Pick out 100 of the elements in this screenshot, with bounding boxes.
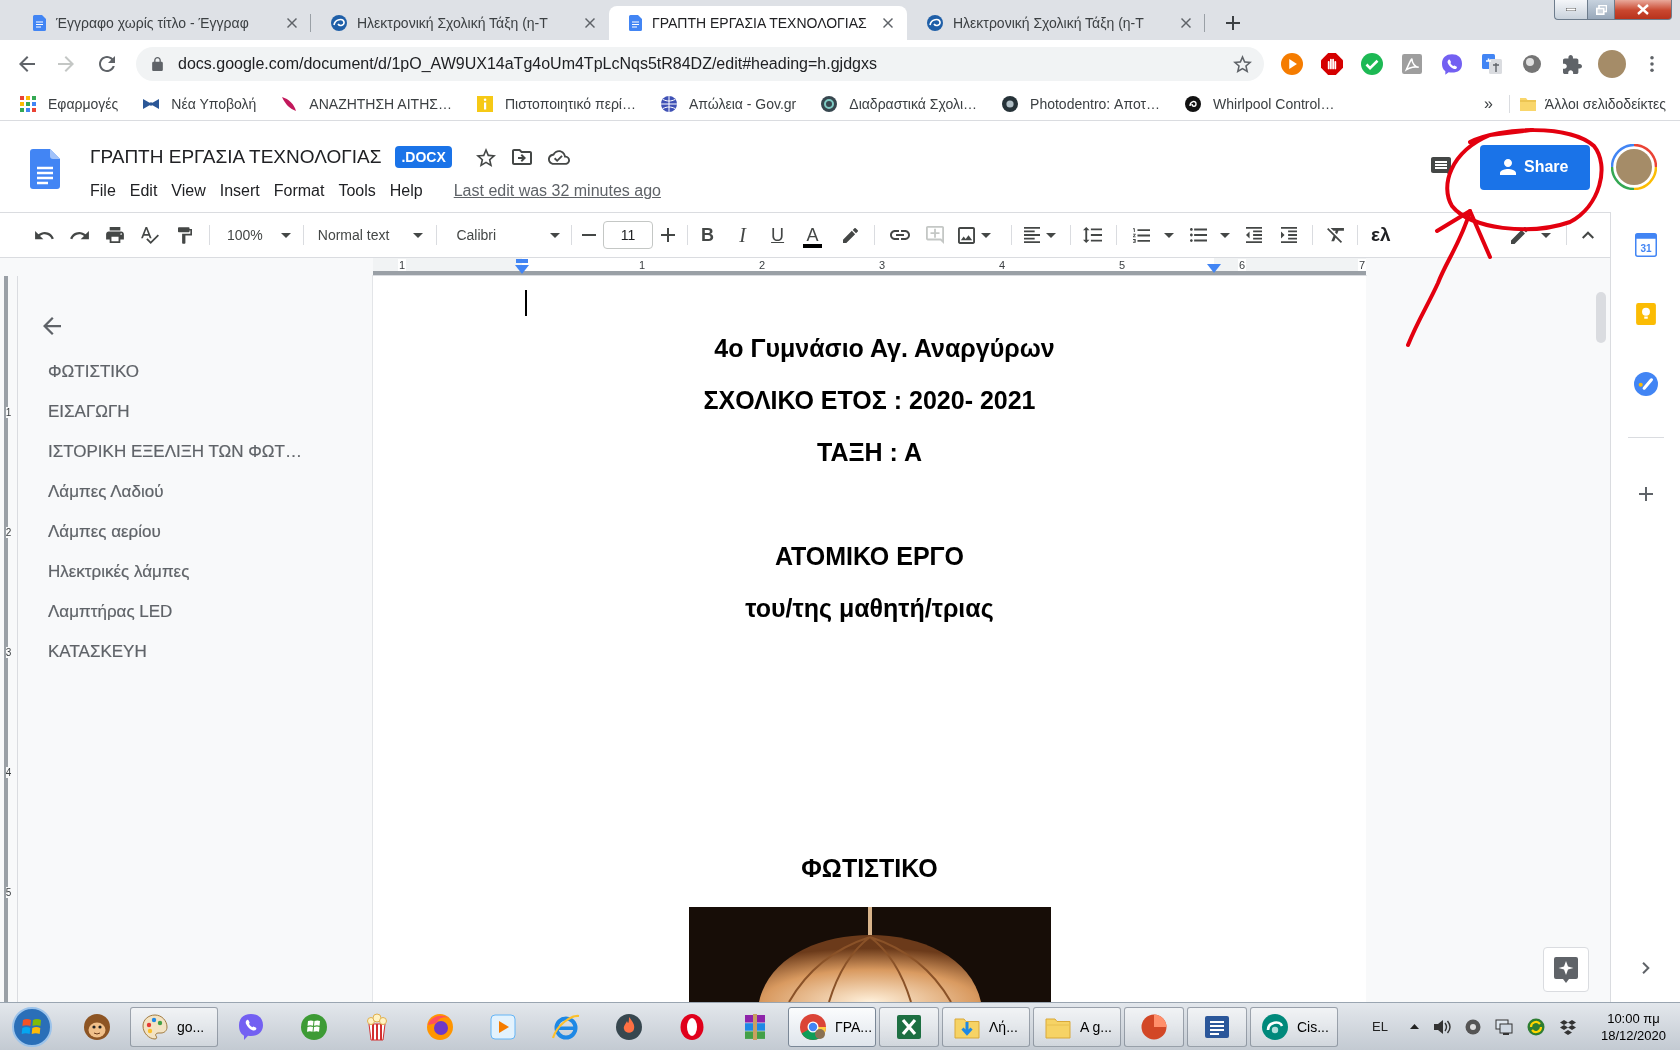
bulleted-list-icon[interactable] (1190, 228, 1208, 242)
arrows-circle-icon[interactable] (1526, 1017, 1545, 1036)
caret-up-icon[interactable] (1409, 1024, 1419, 1029)
close-icon[interactable] (287, 18, 297, 28)
ring-swoosh-icon[interactable] (552, 1012, 580, 1041)
menu-item[interactable]: Format (266, 179, 332, 203)
lens-icon[interactable] (1002, 96, 1019, 112)
taskbar-button[interactable] (1124, 1006, 1184, 1047)
bow-tie-icon[interactable] (143, 99, 160, 109)
outline-item[interactable]: Ηλεκτρικές λάμπες (48, 552, 190, 592)
outline-item[interactable]: ΚΑΤΑΣΚΕΥΗ (48, 632, 147, 672)
chevron-up-icon[interactable] (1582, 231, 1594, 239)
oval-ring-icon[interactable] (678, 1012, 706, 1041)
right-indent-handle[interactable] (1207, 264, 1221, 273)
speaker-icon[interactable] (1432, 1018, 1451, 1035)
plus-icon[interactable] (661, 228, 676, 242)
outline-item[interactable]: Λάμπες Λαδιού (48, 472, 164, 512)
menu-item[interactable]: Insert (212, 179, 267, 203)
globe-icon[interactable] (426, 1012, 454, 1041)
underline-button[interactable]: U (760, 221, 796, 249)
caret-down-icon[interactable] (1164, 232, 1175, 238)
browser-tab[interactable]: Ηλεκτρονική Σχολική Τάξη (η-Τ (311, 6, 609, 40)
ring-icon[interactable] (821, 96, 838, 112)
caret-down-icon[interactable] (413, 232, 424, 238)
globe-icon[interactable] (660, 96, 677, 112)
text-color-button[interactable]: A (795, 221, 831, 249)
minimize-button[interactable] (1554, 0, 1587, 20)
left-indent-handle[interactable] (515, 259, 529, 274)
italic-button[interactable]: I (725, 221, 761, 249)
bookmark[interactable]: Whirlpool Control… (1185, 96, 1335, 112)
scrollbar-thumb[interactable] (1596, 292, 1606, 343)
slash-circle-icon[interactable] (1633, 372, 1658, 396)
last-edit-link[interactable]: Last edit was 32 minutes ago (446, 179, 668, 203)
star-icon[interactable] (1233, 55, 1252, 73)
undo-icon[interactable] (35, 230, 54, 240)
play-tile-icon[interactable] (489, 1012, 517, 1041)
pie-icon[interactable] (1140, 1012, 1168, 1041)
feather-icon[interactable] (281, 96, 298, 112)
segmented-circle-icon[interactable] (799, 1012, 827, 1041)
avatar-icon[interactable] (1611, 144, 1657, 190)
bookmark-folder[interactable]: Άλλοι σελιδοδείκτες (1519, 96, 1666, 112)
image-icon[interactable] (958, 226, 976, 244)
bookmark[interactable]: Photodentro: Αποτ… (1002, 96, 1161, 112)
menu-item[interactable]: Help (382, 179, 430, 203)
taskbar-button[interactable]: go... (130, 1006, 218, 1047)
taskbar-button[interactable]: Λή... (942, 1006, 1030, 1047)
print-icon[interactable] (105, 227, 124, 243)
disc-icon[interactable] (1464, 1018, 1481, 1035)
swirl-circle-icon[interactable] (1261, 1012, 1289, 1041)
redo-icon[interactable] (70, 230, 89, 240)
apps-grid-icon[interactable] (20, 96, 36, 112)
bold-button[interactable]: B (690, 221, 726, 249)
highlighter-icon[interactable] (843, 227, 859, 243)
chevron-right-icon[interactable] (1641, 962, 1650, 974)
palette-icon[interactable] (141, 1012, 169, 1041)
reload-icon[interactable] (99, 56, 115, 72)
line-spacing-icon[interactable] (1083, 227, 1103, 243)
paragraph-style-dropdown[interactable]: Normal text (317, 227, 424, 243)
numbered-list-icon[interactable] (1133, 227, 1151, 243)
more-vertical-icon[interactable] (1650, 56, 1654, 72)
outline-item[interactable]: Λαμπτήρας LED (48, 592, 173, 632)
input-tools-button[interactable]: ελ (1371, 224, 1391, 246)
more-bookmarks-button[interactable]: » (1483, 95, 1493, 113)
font-size-field[interactable]: 11 (603, 221, 654, 249)
taskbar-button[interactable] (879, 1006, 939, 1047)
bookmark[interactable]: Απώλεια - Gov.gr (660, 96, 797, 112)
clear-formatting-icon[interactable] (1327, 227, 1345, 243)
cross-tile-icon[interactable] (895, 1012, 923, 1041)
browser-tab[interactable]: Έγγραφο χωρίς τίτλο - Έγγραφ (13, 6, 311, 40)
link-icon[interactable] (889, 230, 910, 240)
avatar-icon[interactable] (1598, 50, 1626, 78)
swirl-icon[interactable] (1185, 96, 1202, 112)
caret-down-icon[interactable] (1220, 232, 1231, 238)
taskbar-button[interactable]: Cis... (1250, 1006, 1338, 1047)
menu-item[interactable]: File (83, 179, 123, 203)
monkey-icon[interactable] (83, 1012, 111, 1041)
diamonds-icon[interactable] (1558, 1018, 1577, 1035)
font-dropdown[interactable]: Calibri (456, 227, 561, 243)
paint-roller-icon[interactable] (177, 226, 192, 244)
plus-icon[interactable] (1638, 487, 1653, 501)
bookmark[interactable]: Εφαρμογές (20, 96, 119, 112)
phone-bubble-icon[interactable] (237, 1012, 265, 1041)
ball-icon[interactable] (1523, 55, 1541, 73)
caret-down-icon[interactable] (1541, 232, 1551, 238)
decrease-indent-icon[interactable] (1246, 227, 1263, 243)
lightbulb-tile-icon[interactable] (1635, 303, 1656, 325)
menu-item[interactable]: Tools (331, 179, 383, 203)
puzzle-icon[interactable] (1562, 54, 1582, 74)
caret-down-icon[interactable] (280, 232, 291, 238)
outline-item[interactable]: ΙΣΤΟΡΙΚΗ ΕΞΕΛΙΞΗ ΤΩΝ ΦΩΤ… (48, 432, 302, 472)
clock-time[interactable]: 10:00 πμ (1607, 1009, 1660, 1027)
menu-item[interactable]: View (164, 179, 213, 203)
check-circle-icon[interactable] (1361, 53, 1383, 75)
close-button[interactable] (1615, 0, 1672, 20)
tile-swirl-icon[interactable] (1402, 54, 1422, 74)
caret-down-icon[interactable] (550, 232, 561, 238)
close-icon[interactable] (883, 18, 893, 28)
monitor-icon[interactable] (1494, 1018, 1513, 1035)
bookmark[interactable]: Διαδραστικά Σχολι… (821, 96, 978, 112)
orb-icon[interactable] (300, 1012, 328, 1041)
